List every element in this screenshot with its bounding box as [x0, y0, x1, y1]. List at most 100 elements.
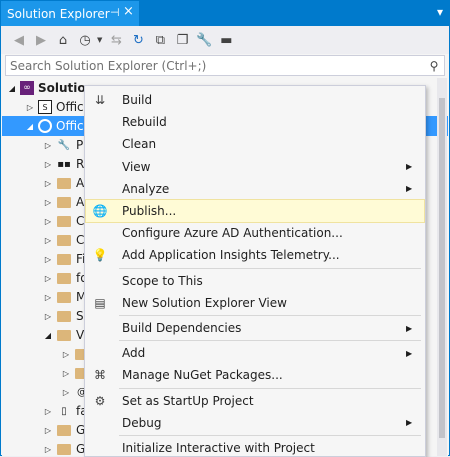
submenu-arrow-icon: ▶	[406, 323, 413, 333]
solution-explorer-window: Solution Explorer ⊣ × ▾ ◀ ▶ ⌂ ◷ ▼ ⇆ ↻ ⧉ …	[0, 0, 450, 457]
expand-arrow-icon[interactable]: ▷	[42, 407, 54, 416]
back-icon[interactable]: ◀	[9, 30, 29, 50]
gear-icon: ⚙	[94, 393, 106, 408]
search-icon[interactable]: ⚲	[424, 59, 444, 73]
menu-item-set-as-startup-project[interactable]: ⚙ Set as StartUp Project	[86, 390, 424, 412]
expand-arrow-icon[interactable]: ▷	[24, 103, 36, 112]
expand-arrow-icon[interactable]: ▷	[42, 217, 54, 226]
expand-arrow-icon[interactable]: ▷	[42, 236, 54, 245]
properties-wrench-icon[interactable]: 🔧	[194, 30, 214, 50]
search-input[interactable]	[6, 57, 424, 74]
menu-item-label: Set as StartUp Project	[122, 393, 254, 408]
submenu-arrow-icon: ▶	[406, 162, 413, 172]
expand-arrow-icon[interactable]: ▷	[42, 198, 54, 207]
expand-arrow-icon[interactable]: ▷	[42, 141, 54, 150]
web-project-icon	[38, 119, 52, 133]
expand-arrow-open-icon[interactable]: ◢	[24, 122, 36, 131]
expand-arrow-icon[interactable]: ▷	[42, 274, 54, 283]
forward-icon[interactable]: ▶	[31, 30, 51, 50]
new-view-icon: ▤	[94, 295, 106, 310]
menu-item-label: Add	[122, 346, 146, 361]
menu-item-new-solution-explorer-view[interactable]: ▤ New Solution Explorer View	[86, 292, 424, 314]
search-box: ⚲	[5, 55, 445, 76]
menu-item-label: Analyze	[122, 181, 170, 196]
menu-item-manage-nuget-packages[interactable]: ⌘ Manage NuGet Packages...	[86, 364, 424, 386]
folder-icon	[57, 215, 71, 227]
folder-icon	[57, 253, 71, 265]
menu-item-clean[interactable]: Clean	[86, 133, 424, 155]
nuget-icon: ⌘	[94, 368, 106, 383]
submenu-arrow-icon: ▶	[406, 348, 413, 358]
show-all-files-icon[interactable]: ❐	[172, 30, 192, 50]
menu-item-label: Initialize Interactive with Project	[122, 441, 315, 455]
tree-row-label: A	[76, 176, 85, 190]
menu-item-scope-to-this[interactable]: Scope to This	[86, 270, 424, 292]
expand-arrow-icon[interactable]: ▷	[42, 426, 54, 435]
close-icon[interactable]: ×	[123, 4, 134, 19]
menu-item-publish[interactable]: 🌐 Publish...	[85, 199, 425, 223]
history-icon[interactable]: ◷	[75, 30, 95, 50]
menu-item-analyze[interactable]: Analyze ▶	[86, 178, 424, 200]
expand-arrow-icon[interactable]: ▷	[60, 350, 72, 359]
menu-separator	[119, 340, 421, 342]
refresh-icon[interactable]: ↻	[128, 30, 148, 50]
tab-solution-explorer[interactable]: Solution Explorer ⊣ ×	[1, 1, 139, 26]
expand-arrow-icon[interactable]: ▷	[60, 388, 72, 397]
submenu-arrow-icon: ▶	[406, 184, 413, 194]
expand-arrow-icon[interactable]: ▷	[42, 445, 54, 454]
menu-item-label: Debug	[122, 415, 162, 430]
references-icon: ▪▪	[57, 158, 71, 170]
menu-item-label: Configure Azure AD Authentication...	[122, 226, 343, 241]
menu-item-rebuild[interactable]: Rebuild	[86, 111, 424, 133]
preview-icon[interactable]: ▬	[216, 30, 236, 50]
expand-arrow-icon[interactable]: ▷	[42, 179, 54, 188]
menu-item-add-application-insights-telemetry[interactable]: 💡 Add Application Insights Telemetry...	[86, 244, 424, 266]
file-icon: ▯	[61, 405, 67, 417]
expand-arrow-icon[interactable]: ▷	[60, 369, 72, 378]
wrench-icon: 🔧	[57, 139, 71, 151]
menu-item-label: Rebuild	[122, 115, 167, 130]
context-menu: ⇊ Build Rebuild Clean View ▶ Analyze ▶ 🌐 Publish.…	[84, 85, 426, 457]
menu-separator	[119, 315, 421, 316]
menu-separator	[119, 267, 421, 269]
expand-arrow-icon[interactable]: ▷	[42, 293, 54, 302]
menu-separator	[119, 387, 421, 389]
menu-item-build-dependencies[interactable]: Build Dependencies ▶	[86, 317, 424, 339]
menu-item-add[interactable]: Add ▶	[86, 342, 424, 364]
history-dropdown-icon[interactable]: ▼	[97, 36, 102, 44]
menu-item-label: Scope to This	[122, 273, 203, 288]
menu-item-label: Manage NuGet Packages...	[122, 368, 283, 383]
folder-icon	[57, 272, 71, 284]
solution-icon: ∞	[20, 81, 34, 95]
expand-arrow-icon[interactable]: ▷	[42, 312, 54, 321]
menu-item-label: New Solution Explorer View	[122, 295, 287, 310]
menu-item-configure-azure-ad-authentication[interactable]: Configure Azure AD Authentication...	[86, 222, 424, 244]
pin-icon[interactable]: ⊣	[110, 6, 120, 19]
expand-arrow-icon[interactable]: ▷	[42, 160, 54, 169]
window-menu-icon[interactable]: ▾	[437, 5, 443, 19]
menu-item-build[interactable]: ⇊ Build	[86, 89, 424, 111]
project-icon: S	[38, 100, 52, 114]
menu-item-label: Publish...	[122, 204, 177, 218]
folder-icon	[57, 196, 71, 208]
expand-arrow-icon[interactable]: ◢	[6, 84, 18, 93]
menu-item-label: Clean	[122, 137, 157, 152]
title-bar: Solution Explorer ⊣ × ▾	[1, 1, 449, 26]
expand-arrow-icon[interactable]: ▷	[42, 255, 54, 264]
menu-item-debug[interactable]: Debug ▶	[86, 412, 424, 434]
home-icon[interactable]: ⌂	[53, 30, 73, 50]
vertical-scrollbar[interactable]	[437, 78, 447, 456]
sync-icon[interactable]: ⇆	[106, 30, 126, 50]
scrollbar-thumb[interactable]	[439, 98, 445, 438]
expand-arrow-open-icon[interactable]: ◢	[42, 331, 54, 340]
collapse-all-icon[interactable]: ⧉	[150, 30, 170, 50]
folder-icon	[57, 424, 71, 436]
build-icon: ⇊	[94, 93, 106, 107]
app-insights-icon: 💡	[92, 248, 108, 263]
folder-icon	[57, 329, 71, 341]
menu-separator	[119, 435, 421, 436]
menu-item-view[interactable]: View ▶	[86, 156, 424, 178]
menu-item-initialize-interactive-with-project[interactable]: Initialize Interactive with Project	[86, 437, 424, 456]
folder-icon	[57, 234, 71, 246]
publish-globe-icon: 🌐	[92, 204, 108, 218]
